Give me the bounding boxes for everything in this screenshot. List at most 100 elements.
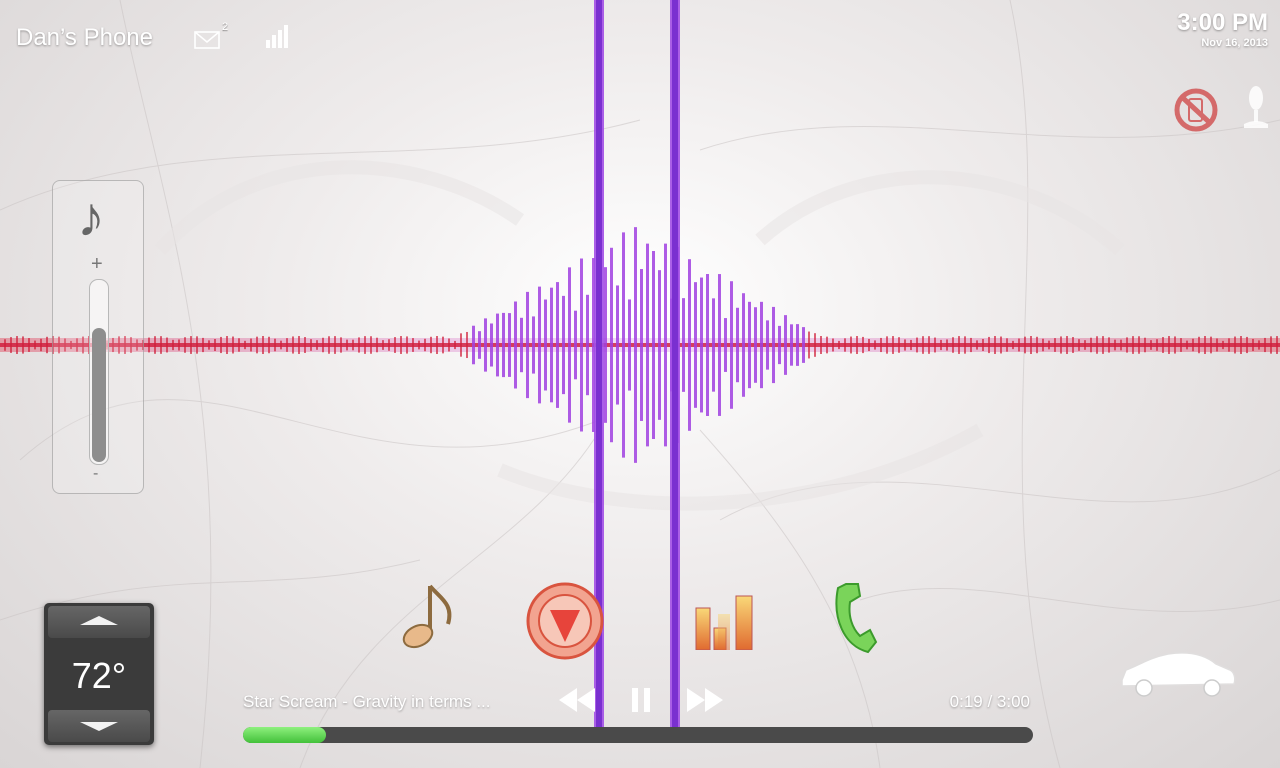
waveform-bar <box>712 298 715 392</box>
waveform-bar <box>244 340 246 350</box>
waveform-bar <box>292 336 294 354</box>
waveform-bar <box>856 336 858 354</box>
phone-handset-icon[interactable] <box>830 580 880 656</box>
waveform-bar <box>970 337 972 353</box>
waveform-bar <box>988 336 990 354</box>
waveform-bar <box>286 338 288 352</box>
waveform-bar <box>892 336 894 354</box>
waveform-bar <box>658 270 661 420</box>
waveform-bar <box>622 232 625 458</box>
rewind-button[interactable] <box>558 686 596 714</box>
waveform-bar <box>490 323 493 367</box>
waveform-bar <box>862 336 864 354</box>
waveform-bar <box>790 324 793 366</box>
waveform-bar <box>538 286 541 404</box>
waveform-bar <box>628 299 631 391</box>
waveform-bar <box>364 336 366 354</box>
volume-down-button[interactable]: - <box>93 465 98 483</box>
waveform-bar <box>562 295 565 395</box>
waveform-bar <box>460 333 462 357</box>
waveform-bar <box>754 307 757 383</box>
waveform-bar <box>1018 338 1020 352</box>
waveform-bar <box>172 339 174 351</box>
waveform-bar <box>478 331 481 359</box>
waveform-bar <box>910 339 912 351</box>
pause-button[interactable] <box>630 686 652 714</box>
waveform-bar <box>226 336 228 354</box>
music-note-icon: ♪ <box>77 185 105 248</box>
waveform-bar <box>826 336 828 354</box>
waveform-bar <box>214 339 216 351</box>
temperature-up-button[interactable] <box>48 606 150 638</box>
waveform-bar <box>496 313 499 377</box>
waveform-bar <box>1024 336 1026 354</box>
waveform-bar <box>22 336 24 354</box>
microphone-icon[interactable] <box>1240 84 1272 132</box>
waveform-bar <box>388 339 390 351</box>
waveform-bar <box>1030 336 1032 354</box>
waveform-bar <box>814 333 816 357</box>
phone-name: Dan’s Phone <box>16 24 153 51</box>
waveform-bar <box>280 340 282 350</box>
waveform-bar <box>454 340 456 350</box>
fast-forward-button[interactable] <box>686 686 724 714</box>
waveform-bar <box>976 340 978 350</box>
playback-time: 0:19 / 3:00 <box>949 692 1030 711</box>
waveform-bar <box>358 337 360 353</box>
no-phone-icon[interactable] <box>1172 86 1220 134</box>
waveform-bar <box>640 269 643 421</box>
waveform-bar <box>580 258 583 432</box>
waveform-bar <box>550 287 553 403</box>
waveform-bar <box>730 281 733 409</box>
progress-bar-fill <box>243 727 326 743</box>
waveform-bar <box>946 339 948 351</box>
waveform-bar <box>298 336 300 354</box>
waveform-bar <box>1258 340 1260 350</box>
waveform-bar <box>526 291 529 399</box>
waveform-bar <box>238 338 240 352</box>
waveform-bar <box>1252 338 1254 352</box>
volume-up-button[interactable]: + <box>91 253 103 276</box>
waveform-bar <box>334 336 336 354</box>
temperature-value: 72° <box>71 655 127 696</box>
waveform-bar <box>1222 340 1224 350</box>
waveform-bar <box>418 340 420 350</box>
progress-bar[interactable] <box>243 727 1033 743</box>
waveform-bar <box>1198 336 1200 354</box>
waveform-bar <box>706 274 709 416</box>
waveform-bar <box>400 336 402 354</box>
waveform-bar <box>1186 340 1188 350</box>
waveform-bar <box>262 336 264 354</box>
volume-slider[interactable] <box>89 279 109 465</box>
mail-icon[interactable] <box>194 30 220 50</box>
equalizer-icon[interactable] <box>694 594 756 650</box>
waveform-bar <box>1156 339 1158 351</box>
car-icon[interactable] <box>1118 646 1238 698</box>
waveform-bar <box>898 337 900 353</box>
navigation-arrow-icon[interactable] <box>524 580 606 662</box>
waveform-bar <box>808 331 810 359</box>
waveform-bar <box>586 294 589 396</box>
music-note-icon[interactable] <box>396 580 460 654</box>
waveform-bar <box>556 282 559 408</box>
waveform-bar <box>370 336 372 354</box>
waveform-bar <box>520 317 523 373</box>
waveform-bar <box>148 337 150 353</box>
waveform-bar <box>382 340 384 350</box>
waveform-bar <box>1264 337 1266 353</box>
waveform-bar <box>40 338 42 352</box>
waveform-bar <box>1240 336 1242 354</box>
waveform-bar <box>256 336 258 354</box>
waveform-bar <box>1078 339 1080 351</box>
waveform-bar <box>1084 340 1086 350</box>
waveform-bar <box>430 336 432 354</box>
waveform-bar <box>322 337 324 353</box>
waveform-bar <box>694 282 697 408</box>
clock: 3:00 PM Nov 16, 2013 <box>1177 10 1268 50</box>
waveform-bar <box>778 325 781 365</box>
waveform-bar <box>310 339 312 351</box>
temperature-down-button[interactable] <box>48 710 150 742</box>
waveform-bar <box>874 340 876 350</box>
waveform-bar <box>1204 336 1206 354</box>
message-count-badge: 2 <box>222 21 229 33</box>
